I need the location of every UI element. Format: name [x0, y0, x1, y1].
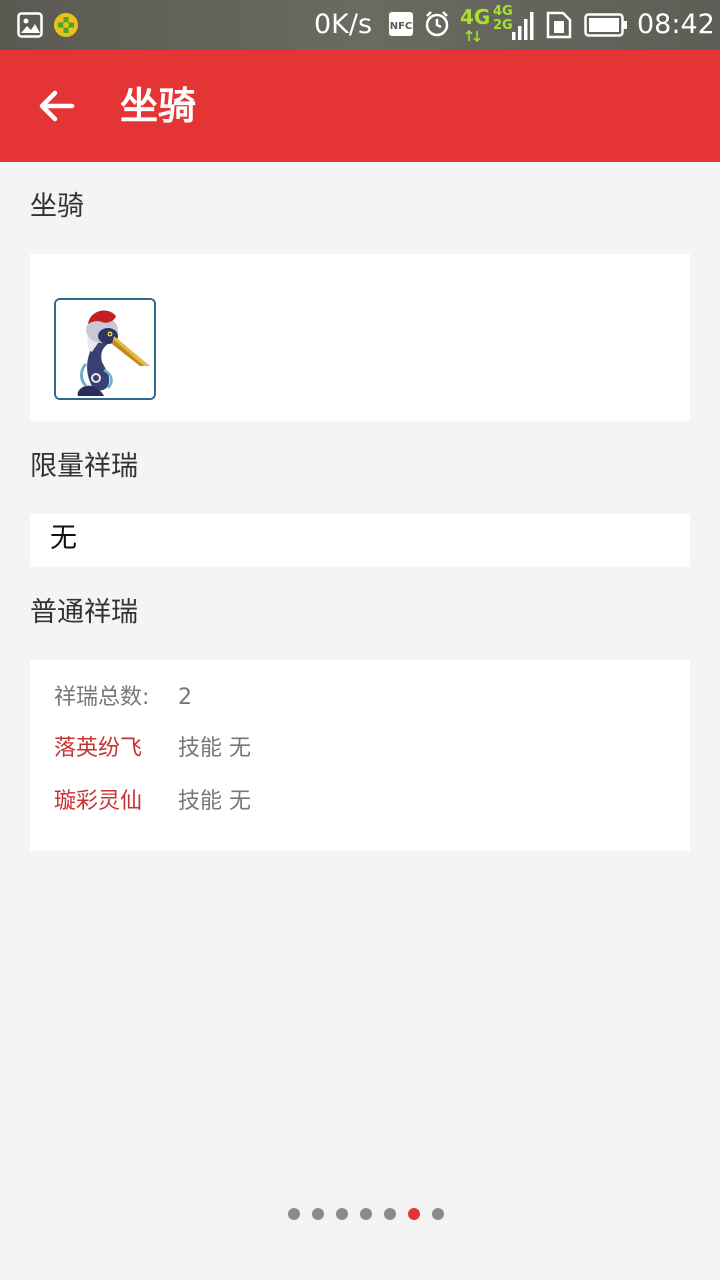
page-dot[interactable] [360, 1208, 372, 1220]
mount-thumbnail[interactable] [54, 298, 156, 400]
crane-mount-image [56, 300, 154, 398]
arrow-left-icon [39, 90, 75, 122]
network-speed: 0K/s [314, 9, 373, 40]
page-dot[interactable] [312, 1208, 324, 1220]
dual-sim-label: 4G 2G [493, 4, 513, 33]
limited-value: 无 [50, 523, 77, 554]
total-count-label: 祥瑞总数: [54, 685, 150, 710]
nfc-icon: NFC [389, 12, 413, 36]
page-title: 坐骑 [120, 84, 197, 128]
item-skill: 技能 无 [178, 789, 251, 814]
status-bar: 0K/s NFC 4G 4G 2G 08:42 [0, 0, 720, 50]
signal-icon [512, 12, 534, 40]
common-section-label: 普通祥瑞 [30, 597, 138, 628]
mount-card [30, 254, 690, 421]
alarm-icon [425, 11, 449, 37]
common-card: 祥瑞总数: 2 落英纷飞 技能 无 璇彩灵仙 技能 无 [30, 660, 690, 851]
battery-icon [584, 13, 627, 37]
total-count-value: 2 [178, 685, 192, 710]
item-name[interactable]: 落英纷飞 [54, 731, 142, 767]
item-name[interactable]: 璇彩灵仙 [54, 784, 142, 820]
page-dot-active[interactable] [408, 1208, 420, 1220]
data-activity-icon [465, 30, 481, 42]
item-skill: 技能 无 [178, 736, 251, 761]
page-dot[interactable] [432, 1208, 444, 1220]
gallery-icon [17, 12, 43, 38]
limited-section-label: 限量祥瑞 [30, 451, 138, 482]
svg-text:NFC: NFC [390, 21, 413, 32]
page-dot[interactable] [384, 1208, 396, 1220]
game-icon [54, 13, 78, 37]
page-dot[interactable] [336, 1208, 348, 1220]
clock: 08:42 [637, 9, 715, 40]
sim-icon [546, 11, 572, 39]
network-type-label: 4G [460, 5, 491, 29]
app-bar: 坐骑 [0, 50, 720, 162]
limited-card: 无 [30, 514, 690, 567]
page-dot[interactable] [288, 1208, 300, 1220]
mount-section-label: 坐骑 [30, 191, 84, 222]
back-button[interactable] [28, 78, 84, 134]
